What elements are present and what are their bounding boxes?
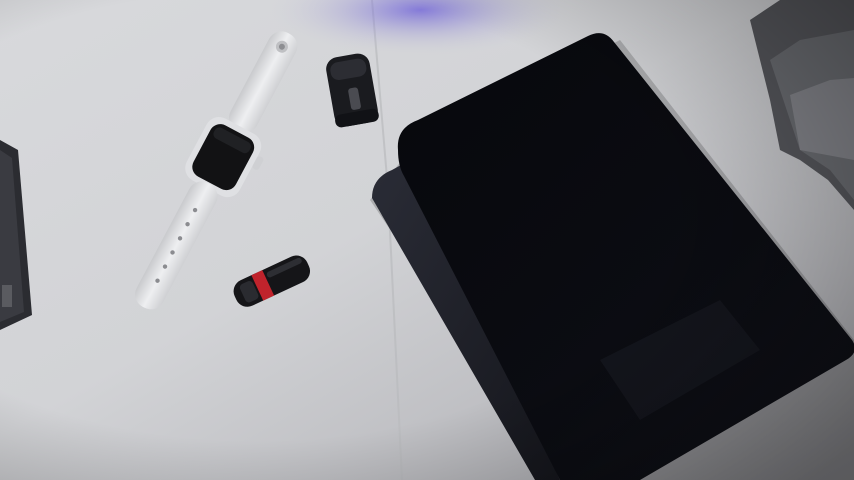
vignette	[0, 0, 854, 480]
desk-photo	[0, 0, 854, 480]
photo-scene	[0, 0, 854, 480]
